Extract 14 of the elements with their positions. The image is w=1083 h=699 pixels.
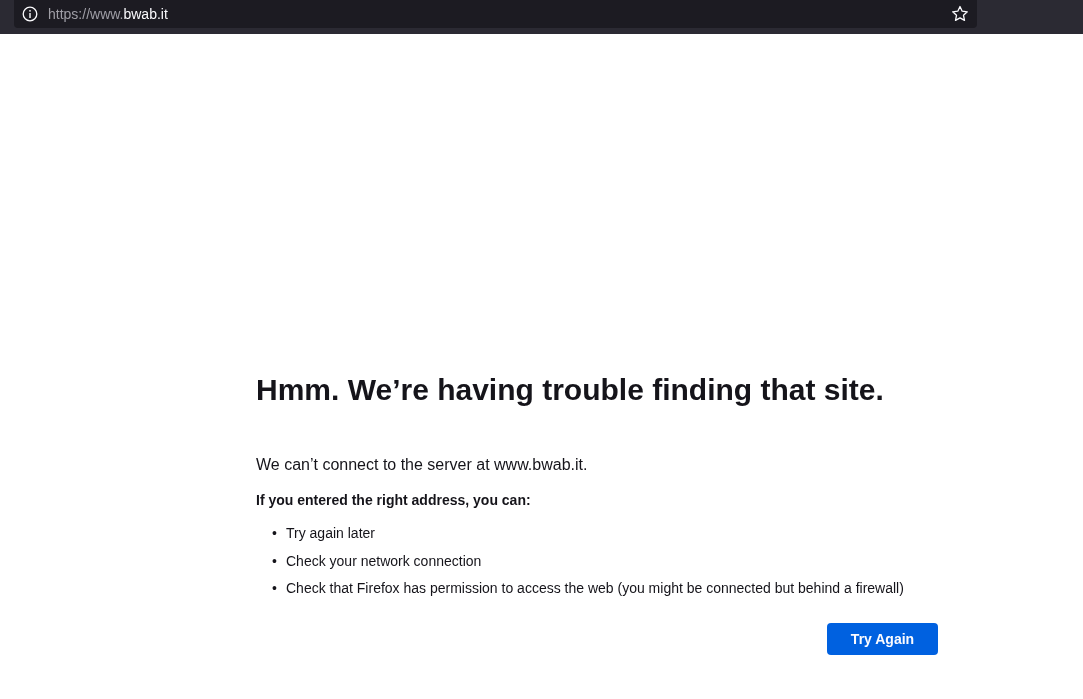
suggestion-text: Check that Firefox has permission to access the web (you might be connected but behind a firewall) <box>286 579 904 597</box>
suggestion-text: Check your network connection <box>286 551 482 570</box>
error-message: We can’t connect to the server at www.bwab.it. <box>256 455 588 475</box>
bullet: • <box>272 551 278 570</box>
suggestion-text: Try again later <box>286 524 375 542</box>
star-icon[interactable] <box>951 5 969 23</box>
url-text: https://www.bwab.it <box>48 6 169 22</box>
address-bar[interactable]: https://www.bwab.it <box>14 0 977 28</box>
bullet: • <box>272 579 278 597</box>
try-again-button[interactable]: Try Again <box>827 623 938 655</box>
info-icon[interactable] <box>22 6 38 22</box>
advice-heading: If you entered the right address, you can: <box>256 491 531 509</box>
error-title: Hmm. We’re having trouble finding that site. <box>256 372 884 408</box>
bullet: • <box>272 524 278 542</box>
